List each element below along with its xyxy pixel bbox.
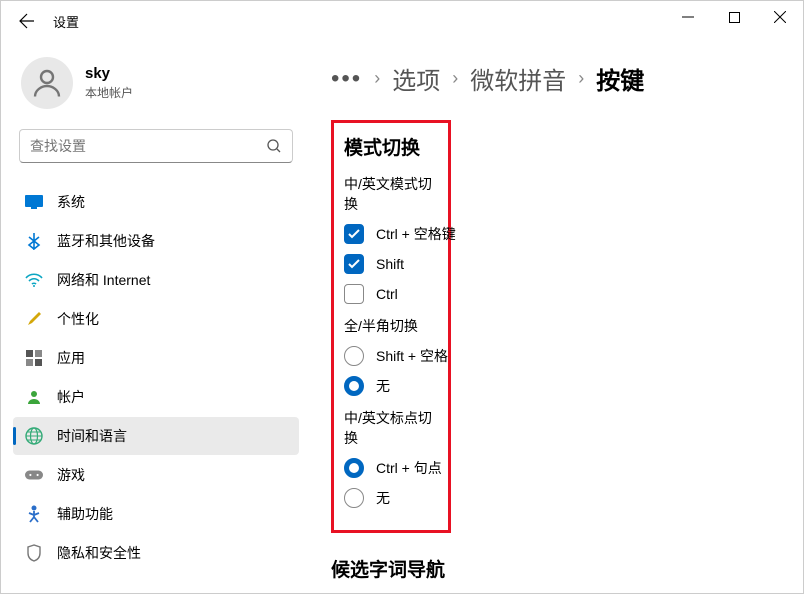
bluetooth-icon [25, 232, 43, 250]
main-content: ••• › 选项 › 微软拼音 › 按键 模式切换 中/英文模式切换 Ctrl … [311, 41, 803, 593]
radio-none-punct[interactable]: 无 [344, 488, 438, 508]
shield-icon [25, 544, 43, 562]
checkbox-ctrl[interactable]: Ctrl [344, 284, 438, 304]
maximize-icon [729, 12, 740, 23]
nav-system[interactable]: 系统 [13, 183, 299, 221]
nav-label: 网络和 Internet [57, 270, 150, 290]
close-button[interactable] [757, 1, 803, 33]
breadcrumb-current: 按键 [596, 61, 644, 96]
user-section[interactable]: sky 本地帐户 [13, 41, 299, 129]
user-icon [29, 65, 65, 101]
highlighted-section: 模式切换 中/英文模式切换 Ctrl + 空格键 Shift Ctrl 全/半角… [331, 120, 451, 533]
gaming-icon [25, 466, 43, 484]
minimize-icon [682, 11, 694, 23]
sidebar: sky 本地帐户 系统 蓝牙和其他设备 网络和 Internet 个性化 [1, 41, 311, 593]
breadcrumb-item[interactable]: 选项 [392, 61, 440, 96]
nav-label: 时间和语言 [57, 426, 127, 446]
subsection-label: 中/英文模式切换 [344, 174, 438, 214]
nav-privacy[interactable]: 隐私和安全性 [13, 534, 299, 572]
search-box[interactable] [19, 129, 293, 163]
back-arrow-icon [19, 13, 35, 29]
nav-label: 帐户 [57, 387, 85, 407]
nav-label: 应用 [57, 348, 85, 368]
user-type: 本地帐户 [85, 84, 133, 101]
system-icon [25, 193, 43, 211]
option-label: 无 [376, 376, 390, 396]
checkbox-icon [344, 224, 364, 244]
accessibility-icon [25, 505, 43, 523]
avatar [21, 57, 73, 109]
section-title: 候选字词导航 [331, 555, 783, 582]
radio-icon [344, 488, 364, 508]
nav-time-language[interactable]: 时间和语言 [13, 417, 299, 455]
wifi-icon [25, 271, 43, 289]
minimize-button[interactable] [665, 1, 711, 33]
option-label: Ctrl [376, 286, 398, 302]
checkbox-shift[interactable]: Shift [344, 254, 438, 274]
account-icon [25, 388, 43, 406]
breadcrumb-item[interactable]: 微软拼音 [470, 61, 566, 96]
nav-accessibility[interactable]: 辅助功能 [13, 495, 299, 533]
radio-icon [344, 346, 364, 366]
close-icon [774, 11, 786, 23]
nav-gaming[interactable]: 游戏 [13, 456, 299, 494]
nav-network[interactable]: 网络和 Internet [13, 261, 299, 299]
nav-label: 系统 [57, 192, 85, 212]
option-label: Ctrl + 空格键 [376, 224, 456, 244]
breadcrumb: ••• › 选项 › 微软拼音 › 按键 [331, 61, 783, 96]
option-label: Ctrl + 句点 [376, 458, 442, 478]
checkbox-icon [344, 254, 364, 274]
checkbox-ctrl-space[interactable]: Ctrl + 空格键 [344, 224, 438, 244]
subsection-label: 全/半角切换 [344, 316, 438, 336]
option-label: 无 [376, 488, 390, 508]
radio-ctrl-period[interactable]: Ctrl + 句点 [344, 458, 438, 478]
option-label: Shift + 空格 [376, 346, 448, 366]
back-button[interactable] [9, 3, 45, 39]
nav-bluetooth[interactable]: 蓝牙和其他设备 [13, 222, 299, 260]
radio-none-fullhalf[interactable]: 无 [344, 376, 438, 396]
nav-label: 游戏 [57, 465, 85, 485]
nav-label: 隐私和安全性 [57, 543, 141, 563]
window-title: 设置 [53, 12, 79, 31]
section-title: 模式切换 [344, 133, 438, 160]
checkbox-icon [344, 284, 364, 304]
search-icon [266, 138, 282, 154]
chevron-right-icon: › [374, 68, 380, 89]
radio-shift-space[interactable]: Shift + 空格 [344, 346, 438, 366]
globe-icon [25, 427, 43, 445]
nav-apps[interactable]: 应用 [13, 339, 299, 377]
option-label: Shift [376, 256, 404, 272]
chevron-right-icon: › [452, 68, 458, 89]
nav-label: 辅助功能 [57, 504, 113, 524]
nav-accounts[interactable]: 帐户 [13, 378, 299, 416]
chevron-right-icon: › [578, 68, 584, 89]
radio-icon [344, 458, 364, 478]
search-input[interactable] [30, 138, 266, 154]
nav-label: 蓝牙和其他设备 [57, 231, 155, 251]
nav-label: 个性化 [57, 309, 99, 329]
nav-personalization[interactable]: 个性化 [13, 300, 299, 338]
subsection-label: 中/英文标点切换 [344, 408, 438, 448]
breadcrumb-more[interactable]: ••• [331, 65, 362, 93]
user-name: sky [85, 65, 133, 82]
brush-icon [25, 310, 43, 328]
radio-icon [344, 376, 364, 396]
maximize-button[interactable] [711, 1, 757, 33]
apps-icon [25, 349, 43, 367]
